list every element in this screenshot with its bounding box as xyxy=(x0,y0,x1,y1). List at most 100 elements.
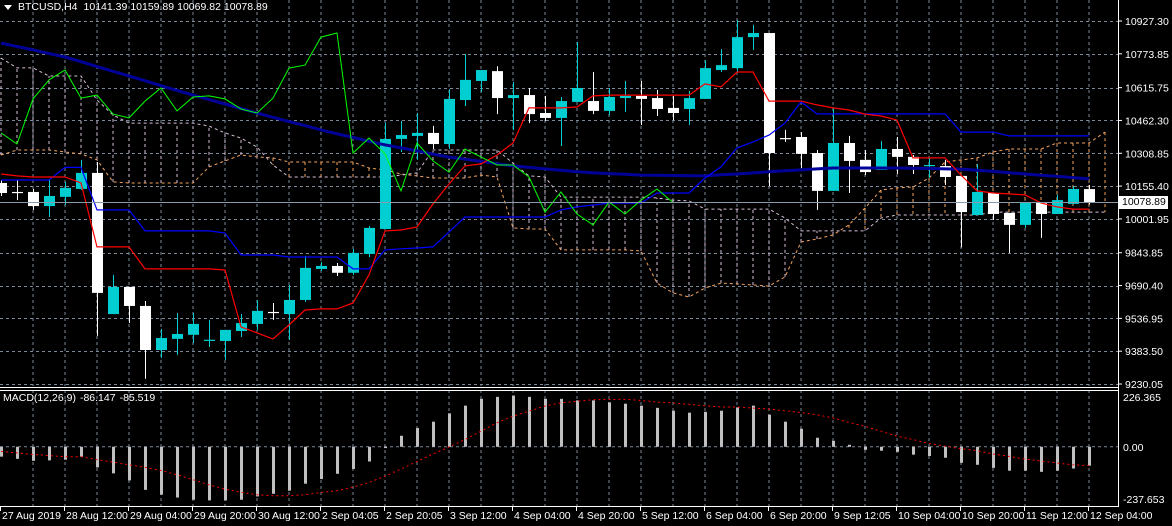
time-axis-label: 4 Sep 04:00 xyxy=(514,510,571,522)
candle-body xyxy=(604,96,615,111)
macd-axis-label: 226.365 xyxy=(1123,392,1161,404)
candle-body xyxy=(924,165,935,167)
chart-title: BTCUSD,H4 10141.39 10159.89 10069.82 100… xyxy=(0,0,268,14)
time-axis-label: 10 Sep 20:00 xyxy=(962,510,1025,522)
candle-body xyxy=(380,138,391,229)
price-axis-label: 10155.40 xyxy=(1125,181,1169,193)
candle xyxy=(156,329,167,358)
candle-body xyxy=(28,191,39,207)
candle-body xyxy=(316,265,327,269)
candle xyxy=(652,89,663,117)
candle xyxy=(876,141,887,170)
macd-histogram-bar xyxy=(624,403,627,447)
triangle-down-icon[interactable] xyxy=(4,4,12,10)
macd-histogram-bar xyxy=(256,446,259,497)
symbol-timeframe: BTCUSD,H4 xyxy=(18,1,78,13)
candle xyxy=(988,193,999,220)
macd-histogram-bar xyxy=(1040,446,1043,472)
macd-main-value: -86.147 xyxy=(79,392,116,404)
time-axis-label: 11 Sep 12:00 xyxy=(1026,510,1088,522)
candle-body xyxy=(412,132,423,136)
main-chart-window[interactable] xyxy=(0,0,1118,386)
candle-body xyxy=(732,37,743,69)
candle xyxy=(1084,185,1095,205)
open-value: 10141.39 xyxy=(83,1,128,13)
price-chart[interactable]: 10927.30 10773.85 10615.75 10462.30 10308.85… xyxy=(0,0,1172,526)
candle xyxy=(796,132,807,168)
candle xyxy=(0,179,7,197)
candle-body xyxy=(1004,212,1015,225)
candle xyxy=(316,261,327,271)
candle xyxy=(764,33,775,186)
candle xyxy=(300,255,311,302)
macd-histogram-bar xyxy=(752,405,755,447)
candle-body xyxy=(300,267,311,300)
macd-histogram-bar xyxy=(688,412,691,447)
candle-body xyxy=(748,33,759,38)
macd-title: MACD(12,26,9) -86.147 -85.519 xyxy=(3,392,155,404)
candle-body xyxy=(812,153,823,191)
candle-body xyxy=(188,323,199,335)
candle-body xyxy=(956,175,967,213)
macd-histogram-bar xyxy=(576,400,579,447)
macd-histogram-bar xyxy=(656,407,659,447)
macd-axis-label: 0.00 xyxy=(1123,442,1144,454)
macd-histogram-bar xyxy=(288,446,291,491)
candle-body xyxy=(636,95,647,99)
macd-histogram-bar xyxy=(432,421,435,447)
candle-body xyxy=(540,113,551,118)
candle xyxy=(556,96,567,146)
time-axis-label: 27 Aug 2019 xyxy=(2,510,61,522)
candle-body xyxy=(796,136,807,154)
candle-body xyxy=(1020,202,1031,225)
candle-body xyxy=(332,265,343,273)
candle xyxy=(940,159,951,185)
candle-body xyxy=(60,187,71,197)
close-value: 10078.89 xyxy=(223,1,268,13)
macd-window[interactable] xyxy=(0,390,1118,506)
macd-histogram-bar xyxy=(976,446,979,465)
candle xyxy=(60,181,71,205)
macd-histogram-bar xyxy=(512,395,515,447)
macd-histogram-bar xyxy=(800,428,803,447)
macd-histogram-bar xyxy=(560,398,563,447)
candle xyxy=(1020,202,1031,228)
candle xyxy=(492,66,503,115)
candle-body xyxy=(156,338,167,351)
candle xyxy=(1068,185,1079,204)
macd-histogram-bar xyxy=(32,446,35,461)
macd-histogram-bar xyxy=(192,446,195,500)
candle-body xyxy=(684,98,695,109)
macd-histogram-bar xyxy=(112,446,115,474)
candle xyxy=(236,314,247,337)
macd-histogram-bar xyxy=(528,396,531,447)
candle xyxy=(364,225,375,257)
time-axis-label: 6 Sep 04:00 xyxy=(706,510,763,522)
candle xyxy=(684,91,695,126)
candle xyxy=(380,122,391,229)
candle-body xyxy=(0,182,7,194)
macd-axis-label: -237.653 xyxy=(1123,494,1165,506)
macd-histogram-bar xyxy=(1056,446,1059,471)
candle-body xyxy=(620,95,631,99)
candle-body xyxy=(348,252,359,273)
candle xyxy=(812,150,823,210)
candle xyxy=(92,162,103,336)
candle xyxy=(284,284,295,340)
macd-histogram-bar xyxy=(352,446,355,469)
candle-body xyxy=(780,138,791,140)
candle-body xyxy=(556,101,567,118)
candle xyxy=(508,82,519,131)
senkou-span-a-line xyxy=(0,131,1106,298)
current-price-label: 10078.89 xyxy=(1119,196,1168,209)
candle-body xyxy=(668,107,679,114)
candle-body xyxy=(972,191,983,216)
time-axis-label: 9 Sep 12:05 xyxy=(834,510,891,522)
price-axis-label: 9536.95 xyxy=(1125,313,1163,325)
candle-body xyxy=(396,135,407,139)
time-axis-label: 2 Sep 04:05 xyxy=(322,510,379,522)
candle xyxy=(108,274,119,315)
candle-body xyxy=(252,310,263,324)
candle-body xyxy=(44,196,55,207)
price-axis-label: 10001.95 xyxy=(1125,214,1169,226)
